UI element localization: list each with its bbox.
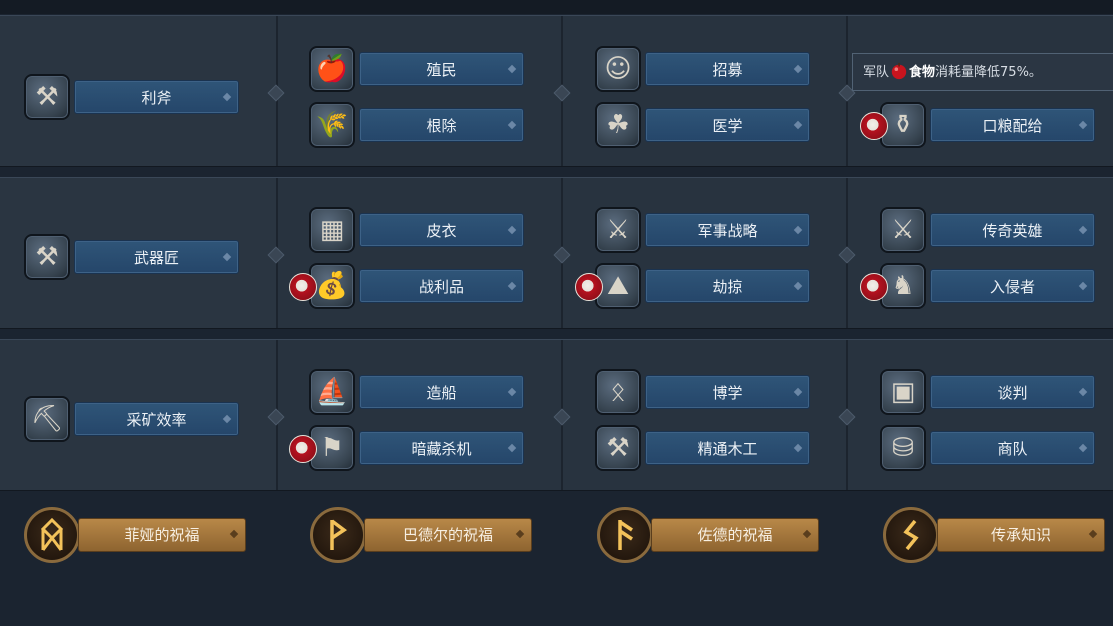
pickaxe-icon: ⛏ [24, 396, 70, 442]
grain-sack-icon: 🌾 [309, 102, 355, 148]
tech-label: 武器匠 [74, 240, 239, 274]
label-pip [507, 120, 517, 130]
label-pip [507, 281, 517, 291]
label-pip [793, 387, 803, 397]
blessing-label: 巴德尔的祝福 [364, 518, 532, 552]
connector-diamond [553, 84, 571, 102]
tech-label: 利斧 [74, 80, 239, 114]
battle-axe-icon: ⚔ [880, 207, 926, 253]
tech-label: 造船 [359, 375, 524, 409]
tech-label: 商队 [930, 431, 1095, 465]
rune-wunjo-icon [310, 507, 366, 563]
label-pip [507, 225, 517, 235]
label-pip [1078, 225, 1088, 235]
label-pip [507, 64, 517, 74]
coins-scroll-icon: ⛁ [880, 425, 926, 471]
rune-othala-icon [24, 507, 80, 563]
longship-icon: ⛵ [309, 369, 355, 415]
tech-label: 口粮配给 [930, 108, 1095, 142]
rune-sowilo-icon [883, 507, 939, 563]
raid-badge-icon [289, 273, 317, 301]
hammer-axe-icon: ⚒ [24, 74, 70, 120]
blessing-label: 传承知识 [937, 518, 1105, 552]
label-pip [1078, 281, 1088, 291]
label-pip [1078, 120, 1088, 130]
tech-label: 采矿效率 [74, 402, 239, 436]
leather-hide-icon: ▦ [309, 207, 355, 253]
tech-label: 招募 [645, 52, 810, 86]
label-pip [222, 252, 232, 262]
tech-label: 殖民 [359, 52, 524, 86]
tech-label: 战利品 [359, 269, 524, 303]
tech-label: 谈判 [930, 375, 1095, 409]
label-pip [1078, 387, 1088, 397]
blessing-label: 菲娅的祝福 [78, 518, 246, 552]
rune-ansuz-icon [597, 507, 653, 563]
label-pip [507, 387, 517, 397]
rune-stone-icon: ᛟ [595, 369, 641, 415]
label-pip [222, 92, 232, 102]
tech-label: 劫掠 [645, 269, 810, 303]
connector-diamond [553, 246, 571, 264]
blessing-label: 佐德的祝福 [651, 518, 819, 552]
tech-label: 根除 [359, 108, 524, 142]
tech-tooltip: 军队 食物消耗量降低75%。 [852, 53, 1113, 91]
raid-badge-icon [575, 273, 603, 301]
anvil-icon: ⚒ [24, 234, 70, 280]
herb-leaf-icon: ☘ [595, 102, 641, 148]
connector-diamond [838, 246, 856, 264]
tech-label: 入侵者 [930, 269, 1095, 303]
tech-label: 博学 [645, 375, 810, 409]
tooltip-highlight: 食物 [909, 65, 936, 80]
raid-badge-icon [860, 112, 888, 140]
label-pip [793, 281, 803, 291]
tech-row-3: ⛏ 采矿效率 ⛵ 造船 ⚑ 暗藏杀机 ᛟ 博学 ⚒ 精通木工 ▣ 谈判 ⛁ 商队 [0, 339, 1113, 491]
apple-icon [891, 62, 907, 80]
sword-sparkle-icon: ⚔ [595, 207, 641, 253]
carpentry-hammer-icon: ⚒ [595, 425, 641, 471]
label-pip [793, 120, 803, 130]
label-pip [1078, 443, 1088, 453]
tooltip-suffix: 消耗量降低75%。 [935, 65, 1042, 80]
tech-label: 医学 [645, 108, 810, 142]
warrior-portrait-icon: ☺ [595, 46, 641, 92]
tech-label: 皮衣 [359, 213, 524, 247]
connector-diamond [838, 408, 856, 426]
label-pip [793, 64, 803, 74]
tooltip-prefix: 军队 [863, 65, 890, 80]
tech-label: 军事战略 [645, 213, 810, 247]
raid-badge-icon [860, 273, 888, 301]
label-pip [507, 443, 517, 453]
tech-label: 精通木工 [645, 431, 810, 465]
raid-badge-icon [289, 435, 317, 463]
trade-crates-icon: ▣ [880, 369, 926, 415]
top-bar [0, 0, 1113, 14]
label-pip [793, 225, 803, 235]
food-basket-icon: 🍎 [309, 46, 355, 92]
label-pip [793, 443, 803, 453]
tech-label: 暗藏杀机 [359, 431, 524, 465]
label-pip [222, 414, 232, 424]
tech-label: 传奇英雄 [930, 213, 1095, 247]
connector-diamond [553, 408, 571, 426]
tech-row-2: ⚒ 武器匠 ▦ 皮衣 💰 战利品 ⚔ 军事战略 ⛰ 劫掠 ⚔ 传奇英雄 ♞ 入侵… [0, 177, 1113, 329]
